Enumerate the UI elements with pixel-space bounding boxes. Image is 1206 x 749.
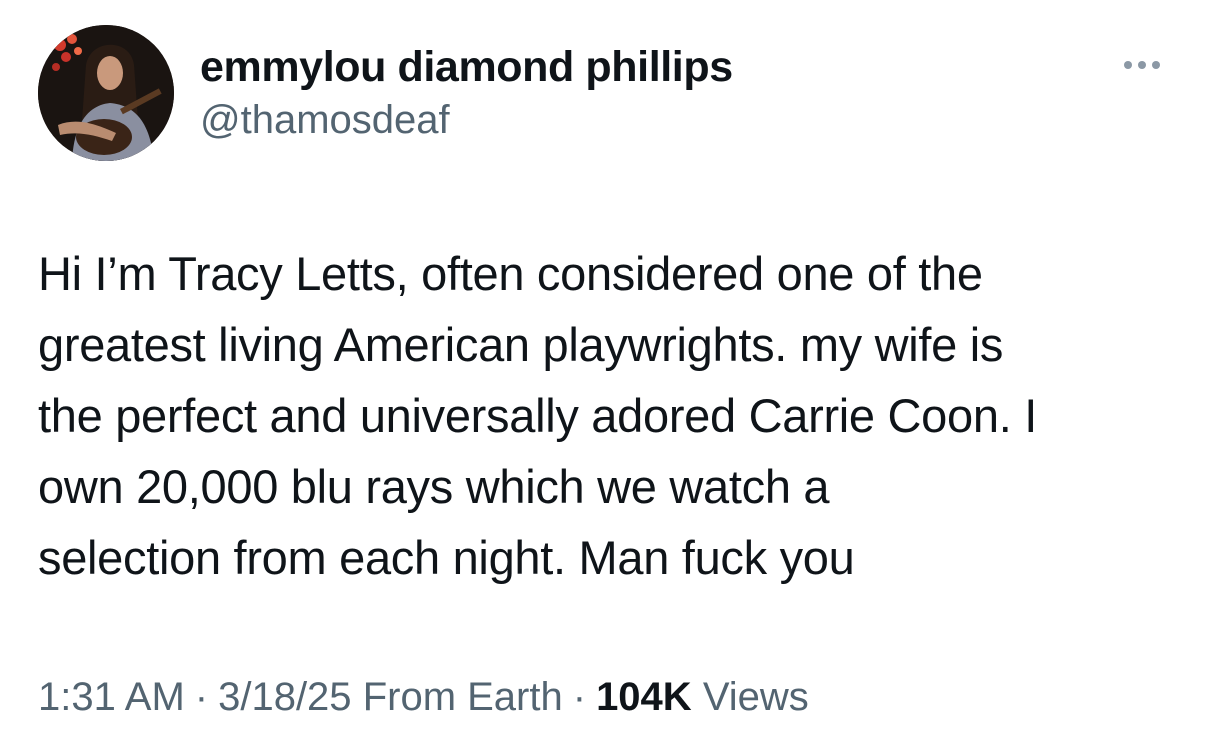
tweet-card: emmylou diamond phillips @thamosdeaf Hi …: [0, 0, 1206, 749]
tweet-text-line: greatest living American playwrights. my…: [38, 318, 1004, 371]
tweet-time: 1:31 AM: [38, 675, 185, 719]
tweet-timestamp[interactable]: 1:31 AM · 3/18/25: [38, 675, 352, 719]
user-handle[interactable]: @thamosdeaf: [200, 96, 450, 144]
views-count: 104K: [596, 675, 692, 719]
tweet-text-line: own 20,000 blu rays which we watch a: [38, 460, 830, 513]
avatar-photo: [38, 25, 174, 161]
tweet-source: From Earth: [362, 675, 563, 719]
meta-separator: ·: [194, 675, 209, 719]
tweet-date: 3/18/25: [218, 675, 352, 719]
avatar[interactable]: [38, 25, 174, 161]
ellipsis-icon: [1124, 61, 1132, 69]
tweet-meta: 1:31 AM · 3/18/25 From Earth · 104K Views: [38, 672, 809, 722]
views-label: Views: [702, 675, 809, 719]
tweet-text-line: selection from each night. Man fuck you: [38, 531, 855, 584]
tweet-text-line: the perfect and universally adored Carri…: [38, 389, 1037, 442]
meta-separator: ·: [572, 675, 587, 719]
tweet-text-line: Hi I’m Tracy Letts, often considered one…: [38, 247, 983, 300]
more-options-button[interactable]: [1112, 50, 1172, 80]
ellipsis-icon: [1152, 61, 1160, 69]
ellipsis-icon: [1138, 61, 1146, 69]
display-name[interactable]: emmylou diamond phillips: [200, 42, 733, 92]
tweet-text: Hi I’m Tracy Letts, often considered one…: [38, 238, 1188, 593]
